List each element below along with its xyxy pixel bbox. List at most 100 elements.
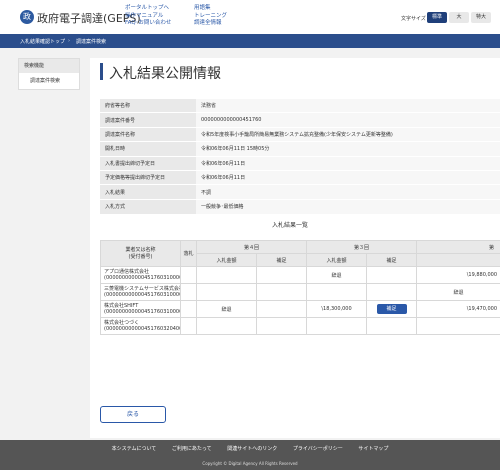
r4-note [255,266,308,284]
info-value: 不調 [196,184,500,200]
footer-link-usage[interactable]: ご利用にあたって [172,446,212,452]
table-row: 株式会社つづく (0000000000004517603204001) [100,317,500,335]
info-row: 入札結果 不調 [100,184,500,200]
bidder-id: (0000000000004517603204001) [104,326,181,332]
font-size-standard-button[interactable]: 標準 [427,12,447,23]
bidder-id: (0000000000004517603100002) [104,275,181,281]
header-amount: 入札金額 [196,253,257,267]
breadcrumb: 入札結果確認トップ › 調達案件検索 [0,34,500,48]
font-size-xlarge-button[interactable]: 特大 [471,12,491,23]
header-round-3: 第３回 [306,240,418,254]
r4-amount [196,317,257,335]
next-amount: \19,470,000 [416,300,500,318]
next-amount [416,317,500,335]
portal-top-link[interactable]: ポータルトップへ [125,5,171,13]
info-row: 調達案件番号 0000000000000451760 [100,112,500,128]
r4-amount [196,266,257,284]
training-link[interactable]: トレーニング [194,13,227,21]
bidder-cell: 株式会社つづく (0000000000004517603204001) [100,317,181,335]
info-label: 府省等名称 [100,97,196,113]
footer: 本システムについて ご利用にあたって 関連サイトへのリンク プライバシーポリシー… [0,440,500,470]
info-value: 0000000000000451760 [196,112,500,128]
back-button[interactable]: 戻る [100,406,166,423]
info-label: 入札方式 [100,198,196,214]
copyright: Copyright © Digital Agency All Rights Re… [202,461,298,466]
award-cell [180,266,197,284]
sidebar-heading: 検索機能 [19,59,79,73]
r3-note-cell: 補足 [366,300,418,318]
header-note: 補足 [255,253,308,267]
r3-amount: \18,300,000 [306,300,368,318]
bid-info-table: 府省等名称 法務省 調達案件番号 0000000000000451760 調達案件名… [100,97,500,214]
header-links-primary: ポータルトップへ 操作マニュアル FAQ･お問い合わせ [125,5,171,28]
info-label: 入札結果 [100,184,196,200]
bidder-cell: 株式会社SHIFT (0000000000004517603100003) [100,300,181,318]
footer-link-sitemap[interactable]: サイトマップ [358,446,388,452]
all-procurement-link[interactable]: 調達全情報 [194,20,227,28]
info-row: 入札方式 一般競争･最低価格 [100,198,500,214]
info-row: 入札書提出締切予定日 令和06年06月11日 [100,155,500,171]
r4-note [255,300,308,318]
r3-amount [306,283,368,301]
breadcrumb-item-search[interactable]: 調達案件検索 [76,38,106,45]
bid-results-table: 業者又は名称 (受付番号) 落札 第４回 第３回 第 入札金額 補足 入札金額 … [100,240,500,335]
main-content: 入札結果公開情報 府省等名称 法務省 調達案件番号 0000000000000451… [90,58,500,438]
info-value: 令和5年度検事小手籠局所簡易無業務システム拡充整備(少年保安システム更新等整備) [196,126,500,142]
supplement-button[interactable]: 補足 [376,304,407,314]
info-row: 府省等名称 法務省 [100,97,500,113]
r3-note [366,266,418,284]
header-links-secondary: 用語集 トレーニング 調達全情報 [194,5,227,28]
info-value: 令和06年06月11日 [196,169,500,185]
info-value: 令和06年06月11日 [196,155,500,171]
info-label: 予定価格等提出締切予定日 [100,169,196,185]
header-round-next: 第 [416,240,500,254]
info-row: 予定価格等提出締切予定日 令和06年06月11日 [100,169,500,185]
bidder-cell: 三菱電機システムサービス株式会社 (00000000000045176031000… [100,283,181,301]
info-label: 開札日時 [100,141,196,157]
r3-note [366,283,418,301]
glossary-link[interactable]: 用語集 [194,5,227,13]
table-row: アプロ通信株式会社 (0000000000004517603100002) 辞退 … [100,266,500,284]
r3-note [366,317,418,335]
footer-link-related[interactable]: 関連サイトへのリンク [227,446,277,452]
header-amount [416,253,500,267]
award-cell [180,283,197,301]
footer-link-about[interactable]: 本システムについて [112,446,157,452]
header-amount: 入札金額 [306,253,368,267]
info-value: 一般競争･最低価格 [196,198,500,214]
sidebar-item-procurement-search[interactable]: 調達案件検索 [19,73,79,90]
geps-logo-icon[interactable]: 政 [20,10,34,24]
header-bidder-name: 業者又は名称 (受付番号) [100,240,181,267]
info-label: 入札書提出締切予定日 [100,155,196,171]
table-row: 株式会社SHIFT (0000000000004517603100003) 辞退 … [100,300,500,318]
info-row: 開札日時 令和06年06月11日 15時05分 [100,141,500,157]
r4-note [255,317,308,335]
next-amount: \19,880,000 [416,266,500,284]
sidebar: 検索機能 調達案件検索 [18,58,80,90]
results-section-title: 入札結果一覧 [271,222,308,229]
manual-link[interactable]: 操作マニュアル [125,13,171,21]
header: 政 政府電子調達(GEPS) ポータルトップへ 操作マニュアル FAQ･お問い合… [0,0,500,34]
font-size-label: 文字サイズ [401,16,426,22]
info-value: 法務省 [196,97,500,113]
award-cell [180,317,197,335]
faq-link[interactable]: FAQ･お問い合わせ [125,20,171,28]
footer-link-privacy[interactable]: プライバシーポリシー [293,446,343,452]
bidder-cell: アプロ通信株式会社 (0000000000004517603100002) [100,266,181,284]
award-cell [180,300,197,318]
header-round-4: 第４回 [195,240,308,254]
font-size-large-button[interactable]: 大 [449,12,469,23]
breadcrumb-separator: › [68,38,70,44]
info-value: 令和06年06月11日 15時05分 [196,141,500,157]
bidder-id: (0000000000004517603100003) [104,309,181,315]
r3-amount: 辞退 [306,266,368,284]
r4-note [255,283,308,301]
bidder-id: (0000000000004517603100001) [104,292,181,298]
info-row: 調達案件名称 令和5年度検事小手籠局所簡易無業務システム拡充整備(少年保安システム… [100,126,500,142]
footer-links: 本システムについて ご利用にあたって 関連サイトへのリンク プライバシーポリシー… [0,445,500,452]
r4-amount: 辞退 [196,300,257,318]
breadcrumb-item-top[interactable]: 入札結果確認トップ [20,38,65,45]
header-award: 落札 [180,240,197,267]
next-amount: 辞退 [416,283,500,301]
info-label: 調達案件名称 [100,126,196,142]
